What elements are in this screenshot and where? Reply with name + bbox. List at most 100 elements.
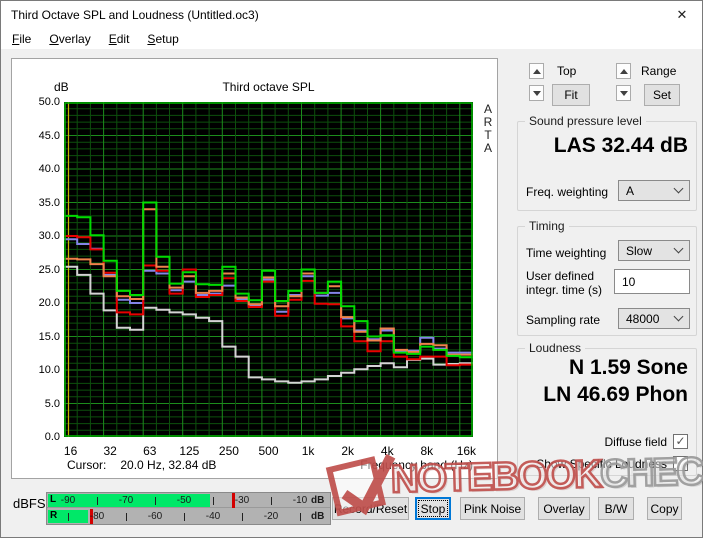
timing-groupbox: Timing Time weighting Slow User defined … <box>517 226 697 336</box>
diffuse-field-row: Diffuse field ✓ <box>605 434 688 449</box>
sampling-rate-label: Sampling rate <box>526 313 600 327</box>
y-tick-label: 45.0 <box>24 130 60 142</box>
y-tick-label: 0.0 <box>24 431 60 443</box>
app-window: Third Octave SPL and Loudness (Untitled.… <box>0 0 703 538</box>
y-tick-label: 25.0 <box>24 264 60 276</box>
y-tick-label: 50.0 <box>24 96 60 108</box>
menu-item-file[interactable]: File <box>3 30 40 48</box>
meter-scale-label: -30 <box>235 495 249 506</box>
x-tick-label: 250 <box>209 444 249 458</box>
chevron-down-icon <box>674 312 684 322</box>
chart-panel: dB Third octave SPL 50.045.040.035.030.0… <box>11 58 498 479</box>
fit-button[interactable]: Fit <box>552 84 590 106</box>
close-icon: ✕ <box>677 7 688 23</box>
y-tick-label: 15.0 <box>24 331 60 343</box>
menu-item-overlay[interactable]: Overlay <box>40 30 99 48</box>
meter-tick <box>300 513 301 521</box>
meter-tick <box>242 513 243 521</box>
loudness-groupbox: Loudness N 1.59 Sone LN 46.69 Phon Diffu… <box>517 348 697 476</box>
freq-weighting-value: A <box>626 184 634 198</box>
x-tick-label: 16 <box>51 444 91 458</box>
stop-button[interactable]: Stop <box>415 497 451 520</box>
down-arrow-icon <box>533 91 541 96</box>
record-reset-button[interactable]: Record/Reset <box>332 497 409 520</box>
top-label: Top <box>557 64 576 78</box>
y-tick-label: 10.0 <box>24 364 60 376</box>
specific-loudness-checkbox[interactable] <box>673 456 688 471</box>
meter-tick <box>213 497 214 505</box>
spl-groupbox: Sound pressure level LAS 32.44 dB Freq. … <box>517 121 697 211</box>
meter-channel-label: R <box>50 510 57 521</box>
pink-noise-button[interactable]: Pink Noise <box>460 497 525 520</box>
time-weighting-value: Slow <box>626 244 652 258</box>
x-tick-label: 16k <box>446 444 486 458</box>
y-tick-label: 5.0 <box>24 398 60 410</box>
x-tick-label: 63 <box>130 444 170 458</box>
meter-row-r: R-80-60-40-20dB <box>47 509 330 524</box>
down-arrow-icon <box>620 91 628 96</box>
meter-channel-label: L <box>50 494 56 505</box>
diffuse-field-label: Diffuse field <box>605 435 667 449</box>
integr-time-label: User defined integr. time (s) <box>526 269 602 297</box>
loudness-sone-value: N 1.59 Sone <box>569 356 688 380</box>
x-tick-label: 4k <box>367 444 407 458</box>
spectrum-plot <box>64 102 473 437</box>
title-bar: Third Octave SPL and Loudness (Untitled.… <box>1 1 702 29</box>
menu-bar: FileOverlayEditSetup <box>1 29 702 49</box>
level-meter: L-90-70-50-30-10dBR-80-60-40-20dB <box>46 492 331 525</box>
up-arrow-icon <box>620 69 628 74</box>
x-tick-label: 8k <box>407 444 447 458</box>
chart-title: Third octave SPL <box>64 80 473 94</box>
top-spinner-up-button[interactable] <box>529 63 544 79</box>
meter-scale-label: -70 <box>119 495 133 506</box>
meter-row-l: L-90-70-50-30-10dB <box>47 493 330 508</box>
close-button[interactable]: ✕ <box>662 1 702 29</box>
y-tick-label: 35.0 <box>24 197 60 209</box>
time-weighting-dropdown[interactable]: Slow <box>618 240 690 261</box>
meter-tick <box>271 497 272 505</box>
meter-tick <box>68 513 69 521</box>
x-tick-label: 1k <box>288 444 328 458</box>
x-axis-label: Frequency band (Hz) <box>64 458 473 472</box>
y-tick-label: 20.0 <box>24 297 60 309</box>
sampling-rate-value: 48000 <box>626 312 659 326</box>
meter-tick <box>184 513 185 521</box>
menu-item-edit[interactable]: Edit <box>100 30 139 48</box>
b-w-button[interactable]: B/W <box>598 497 634 520</box>
loudness-phon-value: LN 46.69 Phon <box>543 383 688 407</box>
diffuse-field-checkbox[interactable]: ✓ <box>673 434 688 449</box>
meter-scale-label: -90 <box>61 495 75 506</box>
meter-scale-label: -20 <box>264 511 278 522</box>
range-spinner-up-button[interactable] <box>616 63 631 79</box>
up-arrow-icon <box>533 69 541 74</box>
range-spinner-down-button[interactable] <box>616 85 631 101</box>
chevron-down-icon <box>674 244 684 254</box>
top-spinner-down-button[interactable] <box>529 85 544 101</box>
y-tick-label: 40.0 <box>24 163 60 175</box>
chevron-down-icon <box>674 184 684 194</box>
sampling-rate-dropdown[interactable]: 48000 <box>618 308 690 329</box>
y-tick-label: 30.0 <box>24 230 60 242</box>
loudness-group-title: Loudness <box>525 341 585 355</box>
meter-unit-label: dB <box>311 495 324 506</box>
time-weighting-label: Time weighting <box>526 246 606 260</box>
arta-vertical-brand: ARTA <box>480 103 496 155</box>
meter-tick <box>97 497 98 505</box>
x-tick-label: 32 <box>90 444 130 458</box>
spl-group-title: Sound pressure level <box>525 114 646 128</box>
spl-value: LAS 32.44 dB <box>554 134 688 158</box>
menu-item-setup[interactable]: Setup <box>138 30 187 48</box>
timing-group-title: Timing <box>525 219 569 233</box>
x-tick-label: 125 <box>169 444 209 458</box>
range-label: Range <box>641 64 676 78</box>
meter-tick <box>126 513 127 521</box>
meter-scale-label: -60 <box>148 511 162 522</box>
meter-scale-label: -50 <box>177 495 191 506</box>
copy-button[interactable]: Copy <box>647 497 682 520</box>
set-button[interactable]: Set <box>644 84 680 106</box>
x-tick-label: 500 <box>249 444 289 458</box>
specific-loudness-label: Show Specific Loudness <box>536 457 667 471</box>
integr-time-input[interactable]: 10 <box>614 269 690 294</box>
overlay-button[interactable]: Overlay <box>538 497 590 520</box>
freq-weighting-dropdown[interactable]: A <box>618 180 690 201</box>
